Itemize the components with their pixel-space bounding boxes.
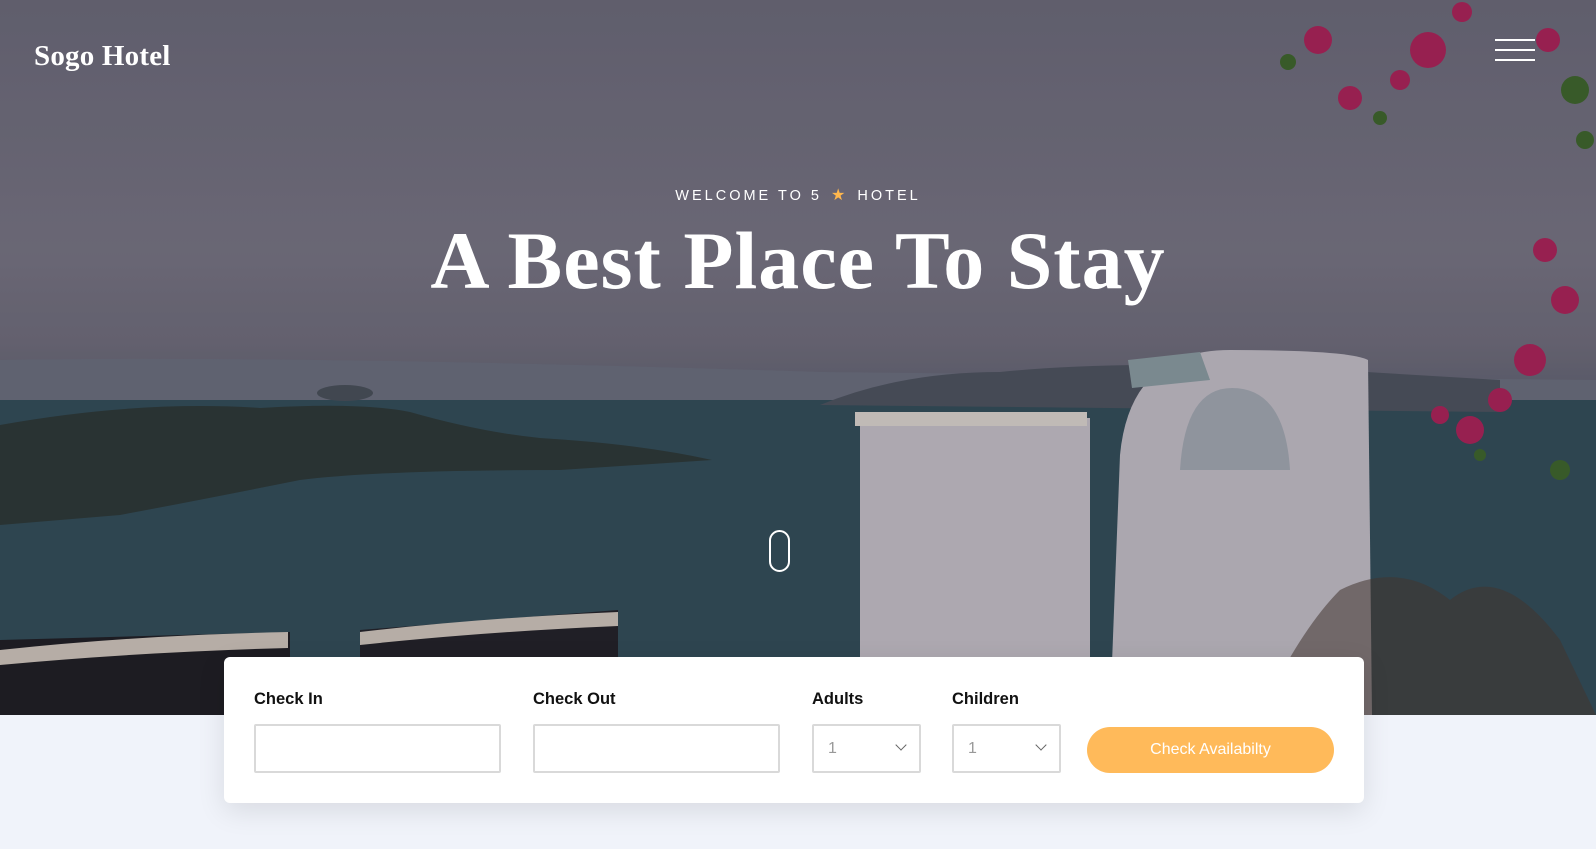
chevron-down-icon — [1035, 739, 1047, 751]
children-label: Children — [952, 690, 1019, 708]
adults-selected-value: 1 — [828, 740, 837, 757]
chevron-down-icon — [895, 739, 907, 751]
eyebrow-text-end: HOTEL — [857, 188, 921, 204]
adults-label: Adults — [812, 690, 864, 708]
adults-select[interactable]: 1 — [812, 724, 921, 773]
check-in-input[interactable] — [254, 724, 501, 773]
hero-overlay — [0, 0, 1596, 715]
check-out-label: Check Out — [533, 690, 616, 708]
children-select[interactable]: 1 — [952, 724, 1061, 773]
availability-form: Check In Check Out Adults 1 Children 1 C… — [224, 657, 1364, 803]
check-in-label: Check In — [254, 690, 323, 708]
hero-section: Sogo Hotel WELCOME TO 5 ★ HOTEL A Best P… — [0, 0, 1596, 715]
hero-headline: A Best Place To Stay — [430, 215, 1166, 306]
star-icon: ★ — [830, 187, 849, 204]
hero-eyebrow: WELCOME TO 5 ★ HOTEL — [0, 185, 1596, 205]
mouse-scroll-icon[interactable] — [769, 530, 790, 572]
menu-line — [1495, 59, 1535, 61]
children-selected-value: 1 — [968, 740, 977, 757]
check-availability-button[interactable]: Check Availabilty — [1087, 727, 1334, 773]
menu-line — [1495, 39, 1535, 41]
hamburger-menu-icon[interactable] — [1495, 36, 1539, 66]
menu-line — [1495, 49, 1535, 51]
check-out-input[interactable] — [533, 724, 780, 773]
eyebrow-text-start: WELCOME TO 5 — [675, 188, 822, 204]
site-logo[interactable]: Sogo Hotel — [34, 40, 171, 73]
